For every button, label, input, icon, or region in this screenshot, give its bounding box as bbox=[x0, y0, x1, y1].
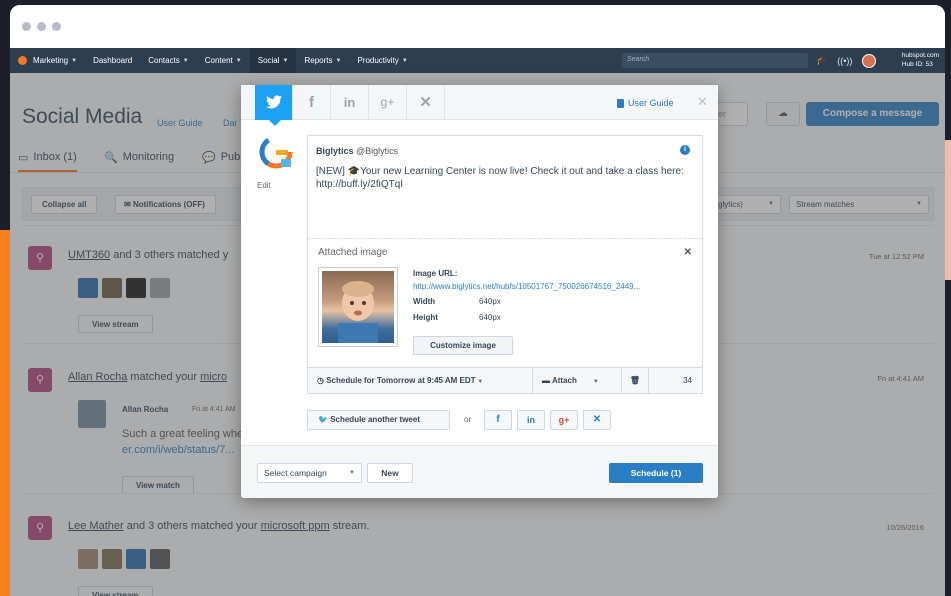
network-tabs: f in g+ ✕ User Guide ✕ bbox=[241, 85, 718, 126]
compose-box: Biglytics @Biglytics i [NEW] 🎓Your new L… bbox=[307, 135, 703, 394]
chevron-down-icon: ▼ bbox=[592, 379, 599, 385]
select-campaign-label: Select campaign bbox=[264, 468, 327, 478]
user-guide-label: User Guide bbox=[628, 98, 674, 108]
height-value: 640px bbox=[479, 313, 501, 322]
modal-footer: Select campaign ▼ New Schedule (1) bbox=[241, 445, 718, 498]
width-label: Width bbox=[413, 297, 436, 306]
twitter-icon bbox=[265, 95, 282, 109]
character-count: 34 bbox=[683, 376, 692, 385]
schedule-button[interactable]: Schedule (1) bbox=[609, 463, 703, 483]
baby-photo bbox=[322, 271, 394, 343]
browser-window: Marketing ▼ Dashboard Contacts ▼ Content ▼… bbox=[10, 5, 945, 596]
info-icon[interactable]: i bbox=[680, 145, 690, 155]
chevron-down-icon: ▼ bbox=[71, 57, 78, 64]
nav-label: Productivity bbox=[357, 56, 399, 65]
search-input[interactable]: Search bbox=[622, 53, 808, 68]
hubspot-logo-icon bbox=[18, 56, 27, 65]
chevron-down-icon: ▼ bbox=[349, 470, 355, 476]
nav-label: Social bbox=[257, 56, 280, 65]
schedule-another-tweet-button[interactable]: 🐦 Schedule another tweet bbox=[307, 410, 450, 430]
attached-image-thumbnail[interactable] bbox=[318, 267, 398, 347]
xing-tab-icon[interactable]: ✕ bbox=[407, 85, 445, 120]
graduation-cap-icon[interactable]: 🎓 bbox=[816, 55, 827, 66]
twitter-icon: 🐦 bbox=[318, 415, 331, 424]
facebook-icon[interactable]: f bbox=[484, 410, 512, 430]
google-plus-tab-icon[interactable]: g+ bbox=[369, 85, 407, 120]
linkedin-icon[interactable]: in bbox=[517, 410, 545, 430]
avatar[interactable] bbox=[862, 53, 877, 68]
nav-dashboard[interactable]: Dashboard bbox=[85, 48, 140, 73]
trash-icon[interactable]: 🗑 bbox=[622, 368, 649, 394]
nav-brand-marketing[interactable]: Marketing ▼ bbox=[10, 48, 85, 73]
nav-label: Contacts bbox=[148, 56, 180, 65]
nav-brand-label: Marketing bbox=[33, 56, 69, 65]
browser-title-bar bbox=[10, 5, 945, 48]
or-label: or bbox=[464, 415, 472, 424]
chevron-down-icon: ▼ bbox=[282, 57, 289, 64]
linkedin-tab-icon[interactable]: in bbox=[331, 85, 369, 120]
hub-info[interactable]: hubspot.com Hub ID: 53 bbox=[902, 51, 939, 69]
nav-label: Reports bbox=[304, 56, 333, 65]
xing-icon[interactable]: ✕ bbox=[583, 410, 611, 430]
attach-button[interactable]: ▬ Attach ▼ bbox=[533, 368, 622, 394]
remove-attachment-icon[interactable]: ✕ bbox=[684, 247, 692, 258]
google-plus-icon[interactable]: g+ bbox=[550, 410, 578, 430]
height-label: Height bbox=[413, 313, 438, 322]
chevron-down-icon: ▼ bbox=[182, 57, 189, 64]
account-label: Biglytics @Biglytics bbox=[316, 146, 398, 156]
modal-user-guide-link[interactable]: User Guide bbox=[617, 98, 674, 108]
divider bbox=[308, 238, 702, 239]
folder-icon: ▬ bbox=[542, 376, 552, 385]
select-campaign-dropdown[interactable]: Select campaign ▼ bbox=[257, 463, 362, 483]
width-value: 640px bbox=[479, 297, 501, 306]
window-dot-icon[interactable] bbox=[22, 22, 31, 31]
nav-label: Dashboard bbox=[93, 56, 133, 65]
new-campaign-button[interactable]: New bbox=[367, 463, 413, 483]
hub-id: Hub ID: 53 bbox=[901, 61, 933, 68]
tweet-textarea[interactable]: [NEW] 🎓Your new Learning Center is now l… bbox=[316, 165, 696, 191]
book-icon bbox=[617, 98, 624, 108]
hubspot-app: Marketing ▼ Dashboard Contacts ▼ Content ▼… bbox=[10, 48, 945, 596]
nav-contacts[interactable]: Contacts ▼ bbox=[140, 48, 197, 73]
hub-domain: hubspot.com bbox=[901, 52, 939, 59]
attach-label: Attach bbox=[551, 376, 577, 385]
account-handle: @Biglytics bbox=[356, 146, 399, 156]
compose-modal: f in g+ ✕ User Guide ✕ Edit Biglytics @B… bbox=[241, 85, 718, 498]
broadcast-icon[interactable]: ((•)) bbox=[837, 56, 852, 66]
clock-icon: ◷ bbox=[317, 376, 327, 385]
nav-label: Content bbox=[204, 56, 233, 65]
close-icon[interactable]: ✕ bbox=[697, 94, 708, 110]
facebook-tab-icon[interactable]: f bbox=[293, 85, 331, 120]
chevron-down-icon: ▼ bbox=[335, 57, 342, 64]
nav-reports[interactable]: Reports ▼ bbox=[296, 48, 349, 73]
image-url-link[interactable]: http://www.biglytics.net/hubfs/10501767_… bbox=[413, 282, 695, 291]
top-navigation: Marketing ▼ Dashboard Contacts ▼ Content ▼… bbox=[10, 48, 945, 73]
baby-photo-graphic bbox=[338, 281, 378, 343]
attached-image-title: Attached image bbox=[318, 247, 388, 258]
window-dot-icon[interactable] bbox=[37, 22, 46, 31]
schedule-time-select[interactable]: ◷ Schedule for Tomorrow at 9:45 AM EDT ▼ bbox=[308, 368, 533, 394]
nav-right-icons: 🎓 ((•)) bbox=[816, 48, 877, 73]
biglytics-logo-icon[interactable] bbox=[259, 135, 293, 169]
edit-account-link[interactable]: Edit bbox=[257, 181, 271, 190]
schedule-another-label: Schedule another tweet bbox=[330, 415, 420, 424]
window-dot-icon[interactable] bbox=[52, 22, 61, 31]
chevron-down-icon: ▼ bbox=[401, 57, 408, 64]
twitter-tab-icon[interactable] bbox=[255, 85, 293, 126]
schedule-time-label: Schedule for Tomorrow at 9:45 AM EDT bbox=[326, 376, 476, 385]
nav-social[interactable]: Social ▼ bbox=[249, 48, 297, 73]
image-url-label: Image URL: bbox=[413, 269, 458, 278]
account-name: Biglytics bbox=[316, 146, 354, 156]
nav-productivity[interactable]: Productivity ▼ bbox=[349, 48, 415, 73]
chevron-down-icon: ▼ bbox=[235, 57, 242, 64]
compose-toolbar: ◷ Schedule for Tomorrow at 9:45 AM EDT ▼… bbox=[308, 367, 702, 394]
nav-content[interactable]: Content ▼ bbox=[197, 48, 250, 73]
customize-image-button[interactable]: Customize image bbox=[413, 336, 513, 355]
chevron-down-icon: ▼ bbox=[475, 379, 484, 385]
